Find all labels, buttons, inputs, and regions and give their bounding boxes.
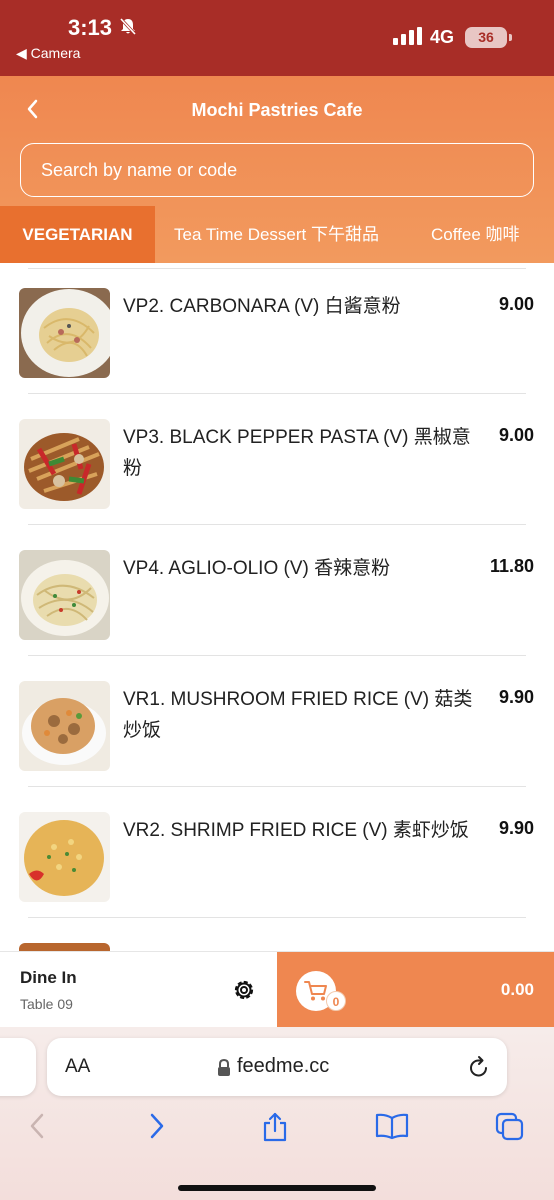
category-tabs: VEGETARIAN Tea Time Dessert 下午甜品 Coffee …	[0, 206, 554, 263]
menu-item[interactable]: VR1. MUSHROOM FRIED RICE (V) 菇类炒饭 9.90	[0, 656, 554, 787]
food-image-shrimp-fried-rice	[19, 812, 110, 902]
gear-icon[interactable]	[231, 977, 257, 1008]
cart-icon	[304, 981, 327, 1001]
menu-list[interactable]: VP2. CARBONARA (V) 白酱意粉 9.00 VP3. BLACK …	[0, 263, 554, 951]
share-icon[interactable]	[261, 1112, 289, 1147]
item-name: VP2. CARBONARA (V) 白酱意粉	[123, 296, 401, 317]
tab-vegetarian[interactable]: VEGETARIAN	[0, 206, 155, 263]
dine-mode[interactable]: Dine In	[20, 968, 77, 988]
order-bar: Dine In Table 09 0 0.00	[0, 951, 554, 1028]
food-image-aglio-olio	[19, 550, 110, 640]
item-price: 9.90	[498, 687, 534, 707]
browser-toolbar: AA feedme.cc	[0, 1027, 554, 1200]
bell-muted-icon	[118, 17, 138, 42]
text-size-button[interactable]: AA	[65, 1056, 90, 1078]
food-image-black-pepper-pasta	[19, 419, 110, 509]
status-bar: 3:13 ◀ Camera 4G 36	[0, 0, 554, 76]
back-to-camera-link[interactable]: ◀ Camera	[16, 45, 80, 62]
menu-item[interactable]: VP4. AGLIO-OLIO (V) 香辣意粉 11.80	[0, 525, 554, 656]
item-name: VR2. SHRIMP FRIED RICE (V) 素虾炒饭	[123, 820, 469, 841]
bookmarks-icon[interactable]	[375, 1112, 409, 1145]
tab-tea-time-dessert[interactable]: Tea Time Dessert 下午甜品	[174, 206, 379, 263]
page-title: Mochi Pastries Cafe	[191, 100, 363, 120]
battery-level: 36	[478, 29, 494, 45]
browser-forward-icon[interactable]	[147, 1112, 167, 1145]
browser-back-icon[interactable]	[27, 1112, 47, 1145]
battery-tip	[509, 34, 512, 41]
item-name: VR1. MUSHROOM FRIED RICE (V) 菇类炒饭	[123, 689, 473, 741]
network-type: 4G	[430, 27, 455, 47]
url-text[interactable]: feedme.cc	[237, 1055, 329, 1078]
item-price: 9.00	[498, 425, 534, 445]
previous-tab-card[interactable]	[0, 1038, 36, 1096]
tab-coffee[interactable]: Coffee 咖啡	[431, 206, 520, 263]
reload-icon[interactable]	[468, 1055, 490, 1084]
app-header: Mochi Pastries Cafe VEGETARIAN Tea Time …	[0, 76, 554, 263]
address-bar[interactable]: AA feedme.cc	[47, 1038, 507, 1096]
home-indicator	[178, 1185, 376, 1191]
menu-item[interactable]: VP2. CARBONARA (V) 白酱意粉 9.00	[0, 263, 554, 394]
cart-count-badge: 0	[326, 991, 346, 1011]
search-input[interactable]	[41, 157, 511, 183]
table-number: Table 09	[20, 996, 73, 1012]
item-name: VP3. BLACK PEPPER PASTA (V) 黑椒意粉	[123, 427, 471, 479]
checkout-button[interactable]: 0 0.00	[277, 952, 554, 1028]
food-image-carbonara	[19, 288, 110, 378]
tabs-icon[interactable]	[495, 1112, 525, 1147]
item-price: 11.80	[489, 556, 534, 576]
food-image-mushroom-fried-rice	[19, 681, 110, 771]
signal-icon	[393, 27, 423, 50]
order-total: 0.00	[500, 980, 534, 999]
item-name: VP4. AGLIO-OLIO (V) 香辣意粉	[123, 558, 391, 579]
menu-item[interactable]: VP3. BLACK PEPPER PASTA (V) 黑椒意粉 9.00	[0, 394, 554, 525]
food-image-partial	[19, 943, 110, 951]
status-time: 3:13	[68, 15, 113, 40]
item-price: 9.90	[498, 818, 534, 838]
lock-icon	[217, 1058, 231, 1082]
search-box[interactable]	[20, 143, 534, 197]
item-price: 9.00	[498, 294, 534, 314]
menu-item-partial[interactable]	[0, 918, 554, 951]
battery-icon: 36	[465, 27, 507, 48]
menu-item[interactable]: VR2. SHRIMP FRIED RICE (V) 素虾炒饭 9.90	[0, 787, 554, 918]
